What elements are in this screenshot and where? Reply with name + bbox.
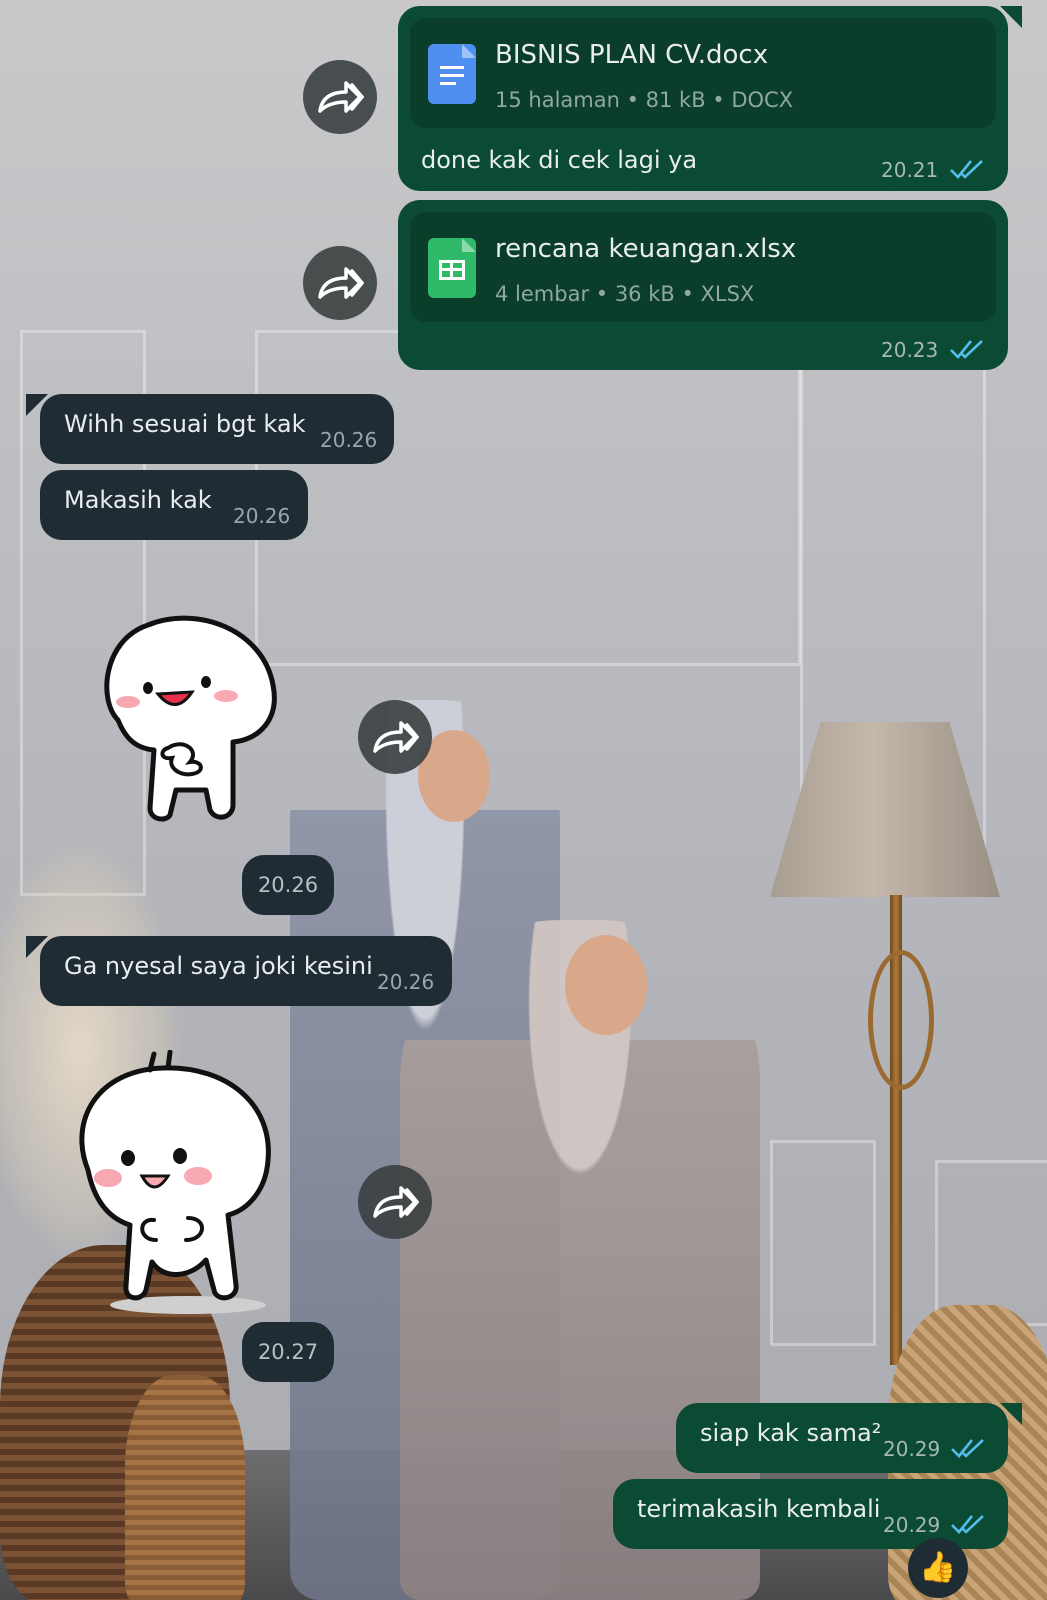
message-time: 20.23 xyxy=(881,338,939,362)
read-ticks-icon xyxy=(951,1439,984,1458)
outgoing-text-message[interactable]: terimakasih kembali 20.29 xyxy=(613,1479,1008,1549)
xlsx-icon xyxy=(428,238,476,298)
read-ticks-icon xyxy=(951,1515,984,1534)
sticker-time-pill: 20.27 xyxy=(242,1322,334,1382)
forward-button[interactable] xyxy=(303,246,377,320)
message-text: Wihh sesuai bgt kak xyxy=(64,410,306,438)
forward-button[interactable] xyxy=(303,60,377,134)
message-time: 20.26 xyxy=(377,970,435,994)
message-time: 20.29 xyxy=(883,1513,941,1537)
sticker-time-pill: 20.26 xyxy=(242,855,334,915)
outgoing-document-message[interactable]: rencana keuangan.xlsx 4 lembar • 36 kB •… xyxy=(398,200,1008,370)
document-name: rencana keuangan.xlsx xyxy=(495,234,797,264)
incoming-text-message[interactable]: Wihh sesuai bgt kak 20.26 xyxy=(40,394,394,464)
document-meta: 15 halaman • 81 kB • DOCX xyxy=(495,88,794,112)
outgoing-document-message[interactable]: BISNIS PLAN CV.docx 15 halaman • 81 kB •… xyxy=(398,6,1008,191)
message-time: 20.21 xyxy=(881,158,939,182)
message-time: 20.29 xyxy=(883,1437,941,1461)
happy-bun-sticker[interactable] xyxy=(88,610,288,825)
document-card[interactable]: BISNIS PLAN CV.docx 15 halaman • 81 kB •… xyxy=(410,18,996,128)
forward-icon xyxy=(318,267,364,299)
message-text: siap kak sama² xyxy=(700,1419,882,1447)
excited-bun-sticker[interactable] xyxy=(68,1050,288,1315)
docx-icon xyxy=(428,44,476,104)
forward-icon xyxy=(373,1186,419,1218)
forward-icon xyxy=(318,81,364,113)
message-time: 20.27 xyxy=(257,1340,319,1364)
message-text: Makasih kak xyxy=(64,486,212,514)
message-time: 20.26 xyxy=(320,428,378,452)
document-card[interactable]: rencana keuangan.xlsx 4 lembar • 36 kB •… xyxy=(410,212,996,322)
forward-icon xyxy=(373,721,419,753)
incoming-text-message[interactable]: Ga nyesal saya joki kesini 20.26 xyxy=(40,936,452,1006)
message-time: 20.26 xyxy=(257,873,319,897)
document-meta: 4 lembar • 36 kB • XLSX xyxy=(495,282,755,306)
forward-button[interactable] xyxy=(358,1165,432,1239)
read-ticks-icon xyxy=(950,340,983,359)
read-ticks-icon xyxy=(950,160,983,179)
message-text: Ga nyesal saya joki kesini xyxy=(64,952,373,980)
thumbs-up-reaction[interactable]: 👍 xyxy=(908,1538,968,1598)
message-time: 20.26 xyxy=(233,504,291,528)
message-text: terimakasih kembali xyxy=(637,1495,881,1523)
outgoing-text-message[interactable]: siap kak sama² 20.29 xyxy=(676,1403,1008,1473)
document-name: BISNIS PLAN CV.docx xyxy=(495,40,769,70)
incoming-text-message[interactable]: Makasih kak 20.26 xyxy=(40,470,308,540)
forward-button[interactable] xyxy=(358,700,432,774)
message-caption: done kak di cek lagi ya xyxy=(421,146,698,174)
